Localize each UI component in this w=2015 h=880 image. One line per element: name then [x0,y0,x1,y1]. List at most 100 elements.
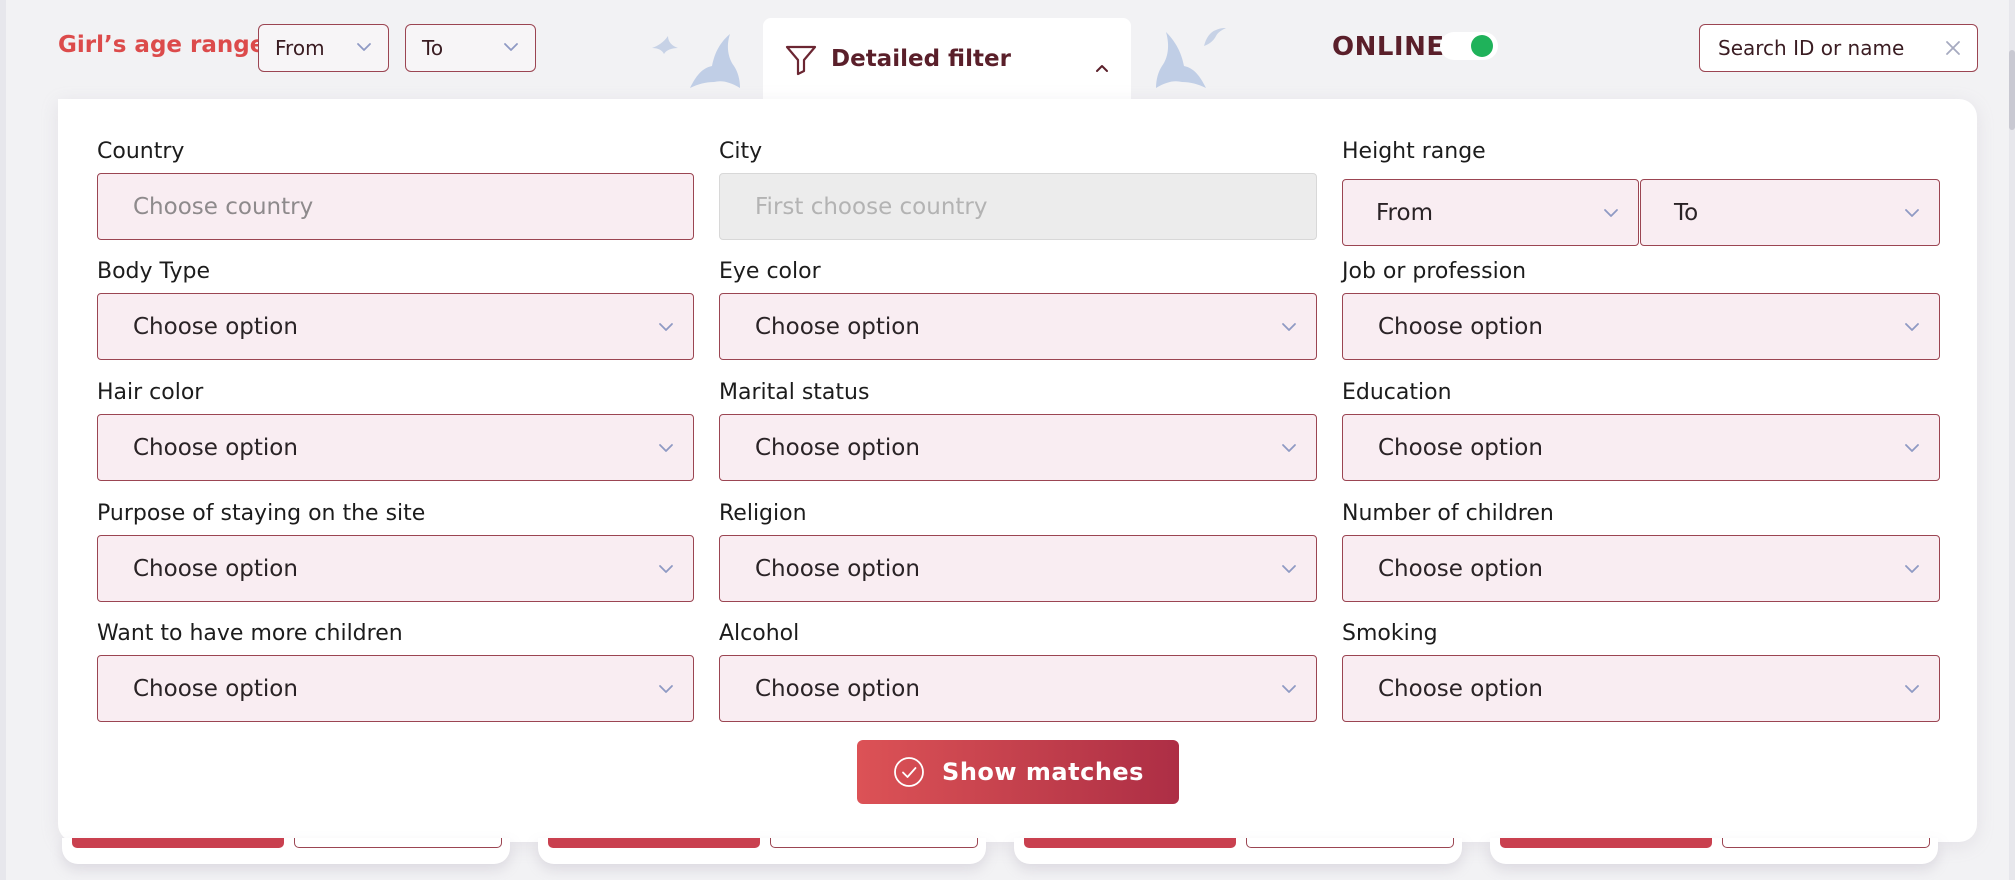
detailed-filter-label: Detailed filter [831,46,1011,72]
education-value: Choose option [1378,434,1543,461]
detailed-filter-panel: Country Choose country City First choose… [58,99,1977,842]
profile-card-peek [1490,838,1938,864]
chevron-down-icon [1604,209,1618,217]
bat-icon [1204,28,1226,46]
chevron-down-icon [1905,685,1919,693]
children-count-label: Number of children [1342,501,1554,526]
job-value: Choose option [1378,313,1543,340]
country-label: Country [97,139,185,164]
height-range-label: Height range [1342,139,1486,164]
page-edge-left [0,0,6,880]
chevron-down-icon [504,43,518,51]
eye-color-field: Eye color Choose option [719,257,1317,360]
education-label: Education [1342,380,1452,405]
city-input: First choose country [719,173,1317,240]
more-children-value: Choose option [133,675,298,702]
card-primary-button[interactable] [72,838,284,848]
age-range-label: Girl’s age range [58,32,266,58]
hair-color-value: Choose option [133,434,298,461]
profile-card-peek [538,838,986,864]
card-primary-button[interactable] [548,838,760,848]
card-secondary-button[interactable] [1246,838,1454,848]
search-box [1699,24,1978,72]
scrollbar-thumb[interactable] [2009,50,2015,130]
chevron-down-icon [659,323,673,331]
alcohol-value: Choose option [755,675,920,702]
country-placeholder: Choose country [133,193,314,220]
country-input[interactable]: Choose country [97,173,694,240]
chevron-down-icon [1905,444,1919,452]
eye-color-label: Eye color [719,259,821,284]
detailed-filter-tab[interactable]: Detailed filter [763,18,1131,100]
card-secondary-button[interactable] [1722,838,1930,848]
show-matches-button[interactable]: Show matches [857,740,1179,804]
chevron-down-icon [357,43,371,51]
religion-label: Religion [719,501,807,526]
card-secondary-button[interactable] [294,838,502,848]
smoking-value: Choose option [1378,675,1543,702]
religion-select[interactable]: Choose option [719,535,1317,602]
job-select[interactable]: Choose option [1342,293,1940,360]
more-children-field: Want to have more children Choose option [97,619,694,722]
height-from-value: From [1376,199,1433,226]
body-type-select[interactable]: Choose option [97,293,694,360]
age-from-select[interactable]: From [258,24,389,72]
height-from-select[interactable]: From [1342,179,1639,246]
alcohol-select[interactable]: Choose option [719,655,1317,722]
close-icon[interactable] [1943,38,1963,58]
height-range-field: Height range From To [1342,137,1940,246]
education-select[interactable]: Choose option [1342,414,1940,481]
online-toggle[interactable] [1440,32,1498,60]
age-from-value: From [275,36,325,60]
search-input[interactable] [1718,36,1928,60]
card-primary-button[interactable] [1024,838,1236,848]
profile-card-peek [62,838,510,864]
chevron-down-icon [1905,565,1919,573]
caret-up-icon [1096,65,1108,72]
marital-status-label: Marital status [719,380,870,405]
height-to-select[interactable]: To [1640,179,1940,246]
children-count-select[interactable]: Choose option [1342,535,1940,602]
city-label: City [719,139,763,164]
children-count-value: Choose option [1378,555,1543,582]
chevron-down-icon [659,444,673,452]
bat-icon [652,36,678,54]
marital-status-value: Choose option [755,434,920,461]
marital-status-select[interactable]: Choose option [719,414,1317,481]
eye-color-value: Choose option [755,313,920,340]
body-type-value: Choose option [133,313,298,340]
more-children-label: Want to have more children [97,621,403,646]
children-count-field: Number of children Choose option [1342,499,1940,602]
country-field: Country Choose country [97,137,694,240]
chevron-down-icon [1905,323,1919,331]
smoking-field: Smoking Choose option [1342,619,1940,722]
more-children-select[interactable]: Choose option [97,655,694,722]
purpose-select[interactable]: Choose option [97,535,694,602]
job-field: Job or profession Choose option [1342,257,1940,360]
smoking-select[interactable]: Choose option [1342,655,1940,722]
chevron-down-icon [659,565,673,573]
chevron-down-icon [1282,565,1296,573]
eye-color-select[interactable]: Choose option [719,293,1317,360]
chevron-down-icon [1282,444,1296,452]
online-label: ONLINE [1332,32,1445,62]
funnel-icon [785,45,817,76]
education-field: Education Choose option [1342,378,1940,481]
smoking-label: Smoking [1342,621,1438,646]
card-primary-button[interactable] [1500,838,1712,848]
city-placeholder: First choose country [755,193,988,220]
check-circle-icon [894,757,924,787]
scrollbar-track[interactable] [2009,0,2015,880]
hair-color-select[interactable]: Choose option [97,414,694,481]
profile-card-peek [1014,838,1462,864]
chevron-down-icon [659,685,673,693]
body-type-field: Body Type Choose option [97,257,694,360]
city-field: City First choose country [719,137,1317,240]
body-type-label: Body Type [97,259,211,284]
chevron-down-icon [1905,209,1919,217]
age-to-value: To [422,36,444,60]
purpose-field: Purpose of staying on the site Choose op… [97,499,694,602]
age-to-select[interactable]: To [405,24,536,72]
chevron-down-icon [1282,323,1296,331]
card-secondary-button[interactable] [770,838,978,848]
